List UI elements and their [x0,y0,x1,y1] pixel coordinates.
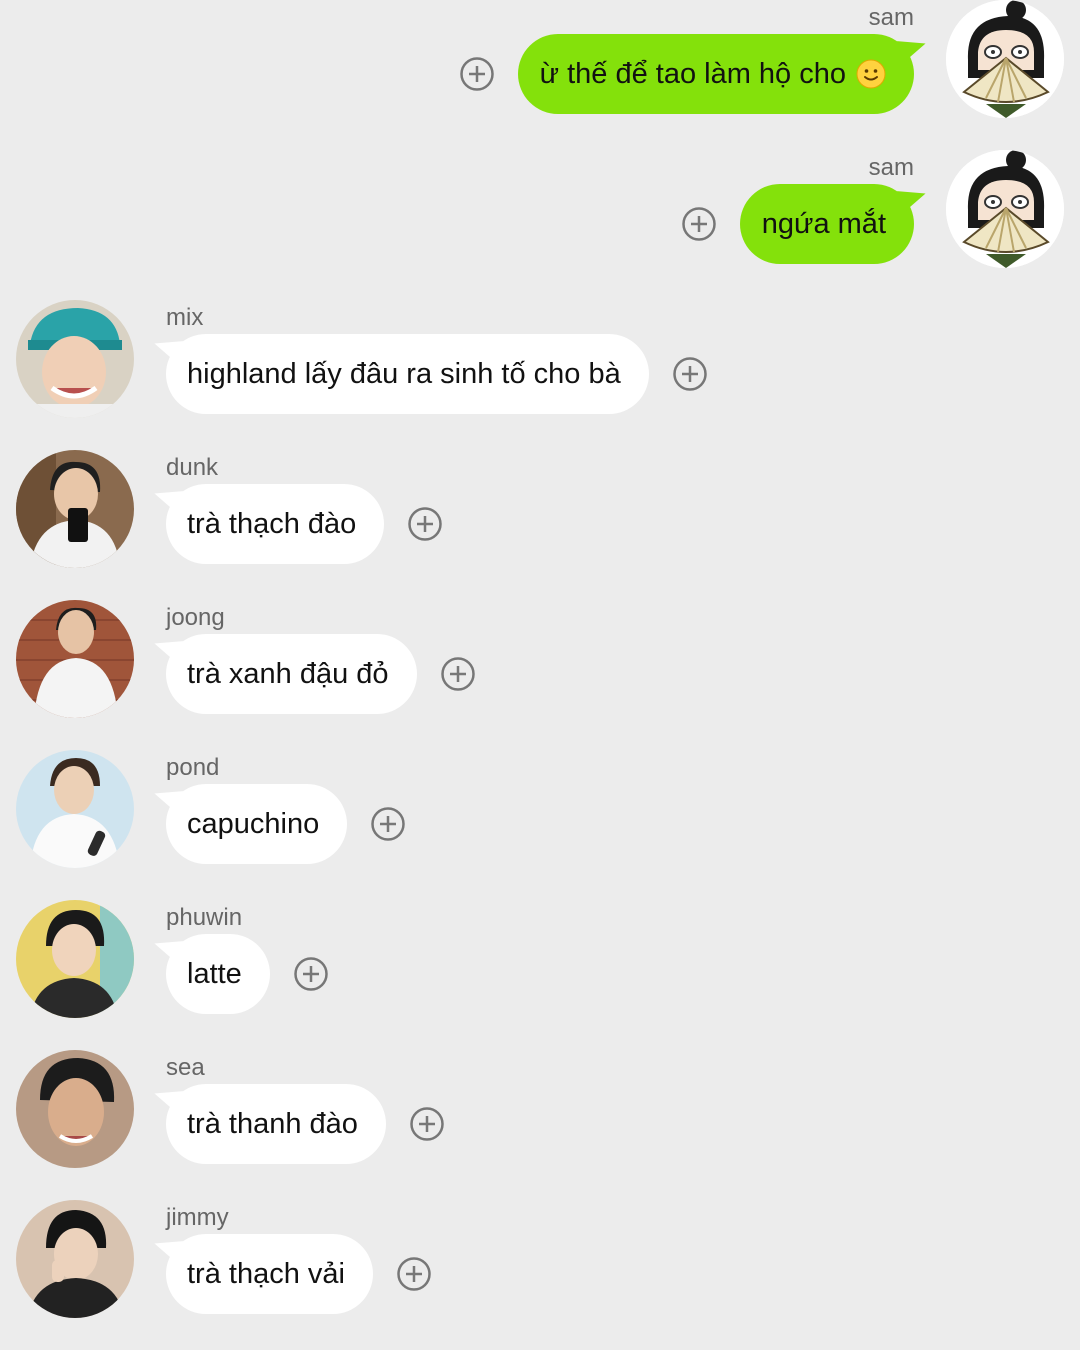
sender-name: pond [166,754,220,781]
message-sam-1: sam ừ thế để tao làm hộ cho [0,0,1080,150]
sender-name: jimmy [166,1204,229,1231]
bubble-row: trà xanh đậu đỏ [151,632,475,714]
sender-name: sea [166,1054,205,1081]
bubble-row: ừ thế để tao làm hộ cho [459,32,929,114]
add-reaction-icon[interactable] [440,657,475,691]
sender-name: dunk [166,454,219,481]
message-bubble[interactable]: ừ thế để tao làm hộ cho [517,32,929,114]
message-bubble[interactable]: ngứa mắt [739,182,929,264]
bubble-row: highland lấy đâu ra sinh tố cho bà [151,332,707,414]
message-text: ngứa mắt [761,207,886,240]
message-bubble[interactable]: latte [151,932,270,1014]
message-phuwin: phuwin latte [0,900,1080,1050]
message-jimmy: jimmy trà thạch vải [0,1200,1080,1350]
message-text: trà thạch vải [187,1257,345,1290]
slightly-smiling-face-icon [856,59,886,89]
add-reaction-icon[interactable] [408,507,443,541]
avatar-sam[interactable] [946,150,1064,268]
add-reaction-icon[interactable] [672,357,707,391]
message-joong: joong trà xanh đậu đỏ [0,600,1080,750]
bubble-row: capuchino [151,782,405,864]
bubble-row: trà thanh đào [151,1082,444,1164]
avatar-pond[interactable] [16,750,134,868]
add-reaction-icon[interactable] [682,207,716,241]
message-text: ừ thế để tao làm hộ cho [539,57,846,90]
bubble-row: latte [151,932,328,1014]
message-bubble[interactable]: highland lấy đâu ra sinh tố cho bà [151,332,649,414]
message-text: highland lấy đâu ra sinh tố cho bà [187,357,621,390]
add-reaction-icon[interactable] [371,807,405,841]
message-text: trà thạch đào [187,507,357,540]
message-text: capuchino [187,807,320,840]
message-text: trà thanh đào [187,1107,358,1140]
message-bubble[interactable]: trà thanh đào [151,1082,386,1164]
sender-name: joong [166,604,225,631]
message-bubble[interactable]: trà xanh đậu đỏ [151,632,417,714]
avatar-sea[interactable] [16,1050,134,1168]
message-sea: sea trà thanh đào [0,1050,1080,1200]
bubble-row: trà thạch vải [151,1232,431,1314]
add-reaction-icon[interactable] [397,1257,431,1291]
sender-name: sam [868,154,914,181]
message-text: latte [187,957,242,990]
message-bubble[interactable]: capuchino [151,782,348,864]
message-mix: mix highland lấy đâu ra sinh tố cho bà [0,300,1080,450]
message-bubble[interactable]: trà thạch đào [151,482,385,564]
bubble-row: trà thạch đào [151,482,443,564]
message-pond: pond capuchino [0,750,1080,900]
add-reaction-icon[interactable] [410,1107,444,1141]
message-text: trà xanh đậu đỏ [187,657,389,690]
message-sam-2: sam ngứa mắt [0,150,1080,300]
message-dunk: dunk trà thạch đào [0,450,1080,600]
avatar-mix[interactable] [16,300,134,418]
chat-thread: sam ừ thế để tao làm hộ cho sam ngứa mắt… [0,0,1080,1349]
message-bubble[interactable]: trà thạch vải [151,1232,373,1314]
add-reaction-icon[interactable] [459,57,494,91]
add-reaction-icon[interactable] [294,957,328,991]
avatar-sam[interactable] [946,0,1064,118]
avatar-joong[interactable] [16,600,134,718]
bubble-row: ngứa mắt [682,182,929,264]
avatar-phuwin[interactable] [16,900,134,1018]
sender-name: sam [868,4,914,31]
sender-name: phuwin [166,904,243,931]
avatar-dunk[interactable] [16,450,134,568]
sender-name: mix [166,304,204,331]
avatar-jimmy[interactable] [16,1200,134,1318]
